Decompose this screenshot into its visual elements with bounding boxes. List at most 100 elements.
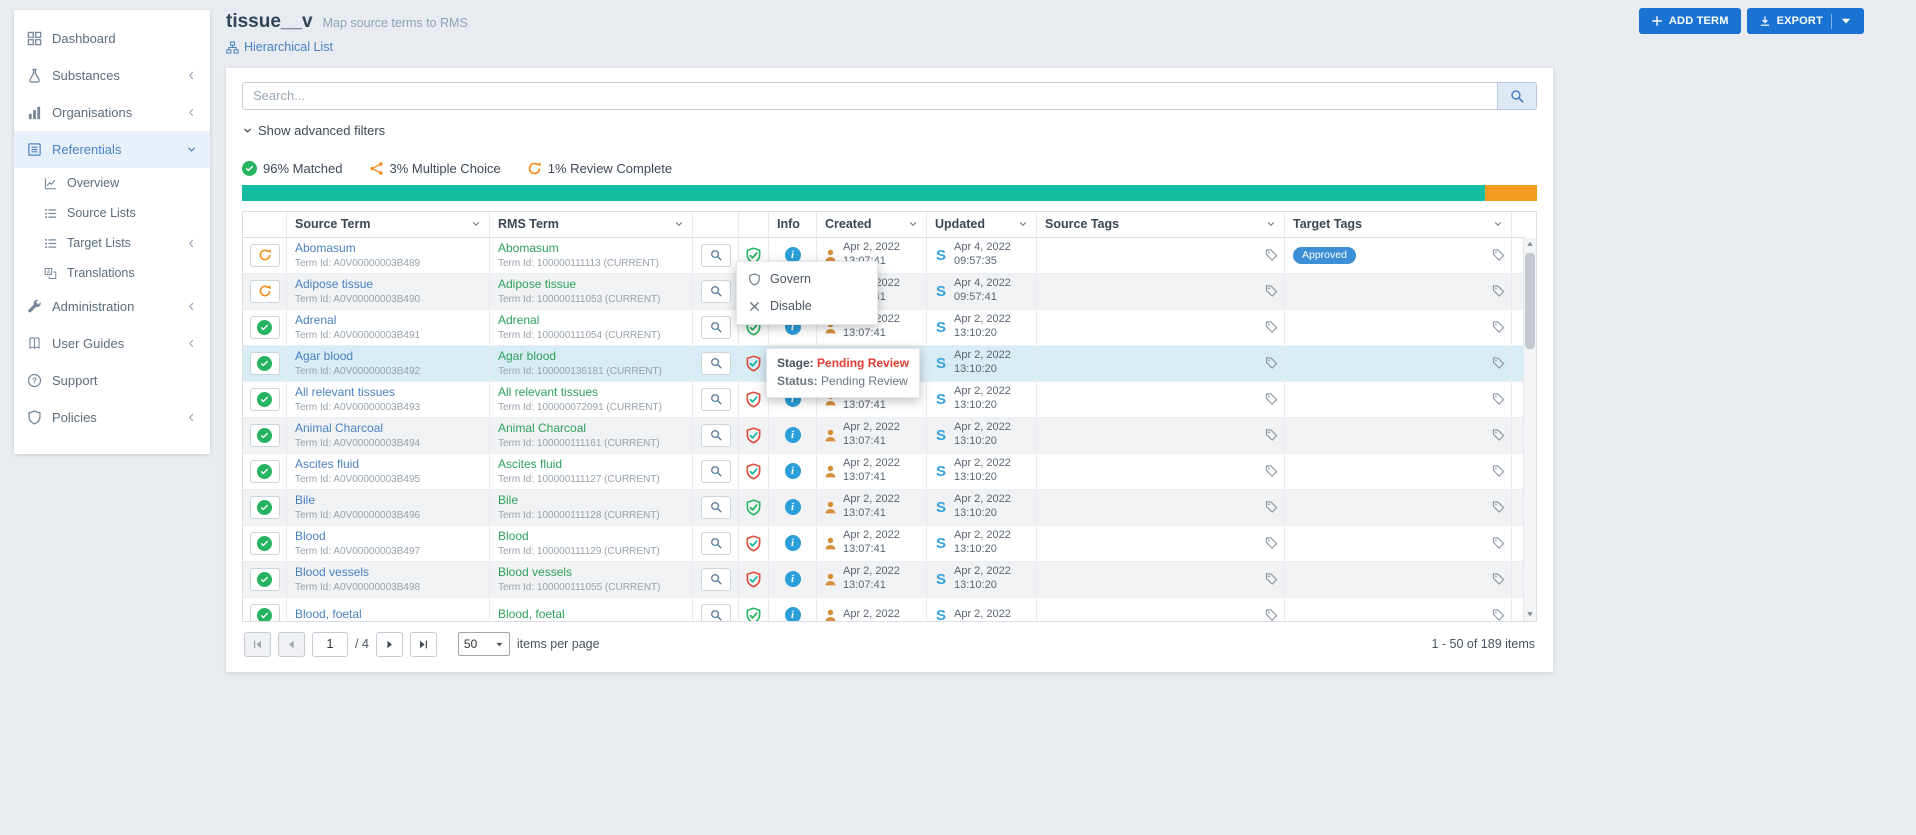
- tag-icon[interactable]: [1492, 321, 1505, 334]
- rms-term-link[interactable]: Ascites fluid: [498, 457, 562, 471]
- rms-term-link[interactable]: Blood, foetal: [498, 607, 565, 621]
- info-icon[interactable]: [785, 427, 801, 443]
- hierarchical-list-link[interactable]: Hierarchical List: [226, 40, 333, 54]
- tag-icon[interactable]: [1265, 501, 1278, 514]
- tag-icon[interactable]: [1265, 285, 1278, 298]
- source-term-link[interactable]: Abomasum: [295, 241, 356, 255]
- inspect-term-button[interactable]: [701, 280, 731, 303]
- sidebar-item-source-lists[interactable]: Source Lists: [14, 198, 210, 228]
- scrollbar-thumb[interactable]: [1525, 253, 1535, 349]
- tag-icon[interactable]: [1492, 465, 1505, 478]
- sidebar-item-target-lists[interactable]: Target Lists: [14, 228, 210, 258]
- tag-icon[interactable]: [1265, 249, 1278, 262]
- inspect-term-button[interactable]: [701, 496, 731, 519]
- source-term-link[interactable]: Animal Charcoal: [295, 421, 383, 435]
- tag-icon[interactable]: [1265, 393, 1278, 406]
- tag-icon[interactable]: [1265, 321, 1278, 334]
- column-header-target-tags[interactable]: Target Tags: [1285, 212, 1512, 237]
- governance-shield-icon[interactable]: [745, 607, 762, 621]
- scroll-down-button[interactable]: [1524, 608, 1536, 621]
- sidebar-item-dashboard[interactable]: Dashboard: [14, 20, 210, 57]
- tag-icon[interactable]: [1265, 573, 1278, 586]
- tag-icon[interactable]: [1265, 609, 1278, 621]
- inspect-term-button[interactable]: [701, 532, 731, 555]
- context-menu-item-govern[interactable]: Govern: [737, 266, 877, 293]
- inspect-term-button[interactable]: [701, 244, 731, 267]
- info-icon[interactable]: [785, 607, 801, 621]
- sidebar-item-substances[interactable]: Substances: [14, 57, 210, 94]
- inspect-term-button[interactable]: [701, 568, 731, 591]
- source-term-link[interactable]: Blood vessels: [295, 565, 369, 579]
- chevron-down-icon[interactable]: [674, 219, 684, 229]
- chevron-down-icon[interactable]: [1493, 219, 1503, 229]
- table-scrollbar[interactable]: [1523, 238, 1536, 621]
- tag-icon[interactable]: [1265, 429, 1278, 442]
- prev-page-button[interactable]: [278, 632, 305, 657]
- inspect-term-button[interactable]: [701, 316, 731, 339]
- governance-shield-icon[interactable]: [745, 571, 762, 588]
- inspect-term-button[interactable]: [701, 424, 731, 447]
- last-page-button[interactable]: [410, 632, 437, 657]
- table-row[interactable]: Adipose tissue Term Id: A0V00000003B490 …: [243, 274, 1525, 310]
- source-term-link[interactable]: Adipose tissue: [295, 277, 373, 291]
- governance-shield-icon[interactable]: [745, 499, 762, 516]
- table-row[interactable]: Adrenal Term Id: A0V00000003B491 Adrenal…: [243, 310, 1525, 346]
- info-icon[interactable]: [785, 463, 801, 479]
- tag-icon[interactable]: [1492, 429, 1505, 442]
- rms-term-link[interactable]: Agar blood: [498, 349, 556, 363]
- rms-term-link[interactable]: Animal Charcoal: [498, 421, 586, 435]
- export-button[interactable]: EXPORT: [1747, 8, 1864, 34]
- first-page-button[interactable]: [244, 632, 271, 657]
- info-icon[interactable]: [785, 535, 801, 551]
- table-row[interactable]: Blood vessels Term Id: A0V00000003B498 B…: [243, 562, 1525, 598]
- rms-term-link[interactable]: All relevant tissues: [498, 385, 598, 399]
- source-term-link[interactable]: Adrenal: [295, 313, 336, 327]
- sidebar-item-user-guides[interactable]: User Guides: [14, 325, 210, 362]
- table-row[interactable]: Animal Charcoal Term Id: A0V00000003B494…: [243, 418, 1525, 454]
- inspect-term-button[interactable]: [701, 604, 731, 621]
- source-term-link[interactable]: All relevant tissues: [295, 385, 395, 399]
- search-input[interactable]: [242, 82, 1497, 110]
- context-menu-item-disable[interactable]: Disable: [737, 293, 877, 320]
- column-header-source-tags[interactable]: Source Tags: [1037, 212, 1285, 237]
- sidebar-item-administration[interactable]: Administration: [14, 288, 210, 325]
- rms-term-link[interactable]: Blood: [498, 529, 529, 543]
- tag-icon[interactable]: [1492, 393, 1505, 406]
- inspect-term-button[interactable]: [701, 352, 731, 375]
- table-row[interactable]: Blood, foetal Blood, foetal: [243, 598, 1525, 621]
- source-term-link[interactable]: Blood, foetal: [295, 607, 362, 621]
- table-row[interactable]: Bile Term Id: A0V00000003B496 Bile Term …: [243, 490, 1525, 526]
- tag-icon[interactable]: [1492, 573, 1505, 586]
- chevron-down-icon[interactable]: [1018, 219, 1028, 229]
- column-header-rms-term[interactable]: RMS Term: [490, 212, 693, 237]
- table-row[interactable]: Abomasum Term Id: A0V00000003B489 Abomas…: [243, 238, 1525, 274]
- page-size-select[interactable]: 50: [458, 632, 510, 656]
- sidebar-item-overview[interactable]: Overview: [14, 168, 210, 198]
- column-header-created[interactable]: Created: [817, 212, 927, 237]
- page-number-input[interactable]: [312, 632, 348, 657]
- rms-term-link[interactable]: Bile: [498, 493, 518, 507]
- sidebar-item-referentials[interactable]: Referentials: [14, 131, 210, 168]
- source-term-link[interactable]: Agar blood: [295, 349, 353, 363]
- scroll-up-button[interactable]: [1524, 238, 1536, 251]
- search-button[interactable]: [1497, 82, 1537, 110]
- sidebar-item-organisations[interactable]: Organisations: [14, 94, 210, 131]
- tag-icon[interactable]: [1265, 465, 1278, 478]
- caret-down-icon[interactable]: [1840, 15, 1852, 27]
- governance-shield-icon[interactable]: [745, 391, 762, 408]
- rms-term-link[interactable]: Abomasum: [498, 241, 559, 255]
- source-term-link[interactable]: Ascites fluid: [295, 457, 359, 471]
- tag-icon[interactable]: [1265, 357, 1278, 370]
- table-row[interactable]: Ascites fluid Term Id: A0V00000003B495 A…: [243, 454, 1525, 490]
- info-icon[interactable]: [785, 571, 801, 587]
- info-icon[interactable]: [785, 499, 801, 515]
- table-row[interactable]: Blood Term Id: A0V00000003B497 Blood Ter…: [243, 526, 1525, 562]
- inspect-term-button[interactable]: [701, 460, 731, 483]
- tag-icon[interactable]: [1265, 537, 1278, 550]
- rms-term-link[interactable]: Adipose tissue: [498, 277, 576, 291]
- tag-icon[interactable]: [1492, 609, 1505, 621]
- governance-shield-icon[interactable]: [745, 355, 762, 372]
- governance-shield-icon[interactable]: [745, 463, 762, 480]
- column-header-source-term[interactable]: Source Term: [287, 212, 490, 237]
- advanced-filters-toggle[interactable]: Show advanced filters: [242, 123, 385, 138]
